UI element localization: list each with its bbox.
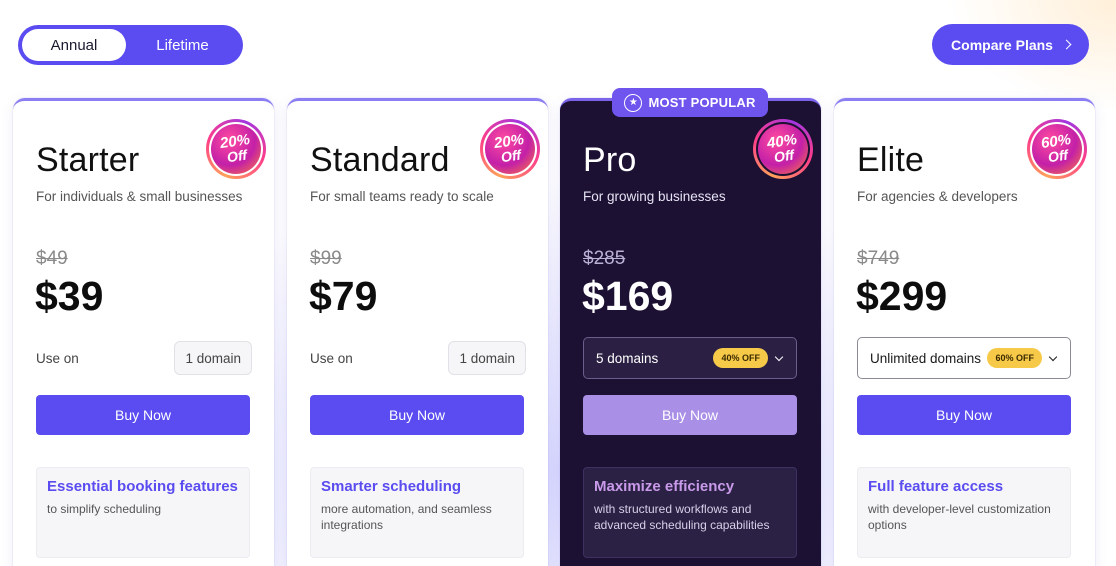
feature-box: Smarter scheduling more automation, and … [310, 467, 524, 558]
discount-off: Off [772, 146, 795, 166]
plan-description: For agencies & developers [857, 189, 1018, 204]
chevron-right-icon [1061, 39, 1072, 50]
old-price: $749 [857, 248, 900, 269]
plan-name: Elite [857, 141, 925, 179]
domain-discount-pill: 40% OFF [713, 348, 768, 368]
domain-select-value: Unlimited domains [870, 350, 982, 366]
feature-subtitle: with developer-level customization optio… [868, 502, 1051, 532]
plan-card-standard: 20% Off Standard For small teams ready t… [287, 98, 548, 566]
feature-box: Full feature access with developer-level… [857, 467, 1071, 558]
price: $39 [35, 273, 104, 319]
discount-badge: 40% Off [753, 119, 813, 179]
price: $169 [582, 273, 674, 319]
domain-select[interactable]: Unlimited domains 60% OFF [857, 337, 1071, 379]
plan-card-pro: 40% Off Pro For growing businesses $285 … [560, 98, 821, 566]
buy-now-button[interactable]: Buy Now [857, 395, 1071, 435]
feature-subtitle: more automation, and seamless integratio… [321, 502, 492, 532]
feature-title: Smarter scheduling [321, 478, 462, 495]
toggle-annual[interactable]: Annual [22, 29, 126, 61]
star-icon: ★ [624, 93, 643, 112]
feature-box: Maximize efficiency with structured work… [583, 467, 797, 558]
plan-card-elite: 60% Off Elite For agencies & developers … [834, 98, 1095, 566]
buy-now-button[interactable]: Buy Now [583, 395, 797, 435]
domain-select-value: 5 domains [596, 350, 659, 366]
discount-off: Off [225, 146, 248, 166]
use-on-label: Use on [310, 351, 353, 366]
discount-off: Off [499, 146, 522, 166]
discount-badge: 20% Off [480, 119, 540, 179]
price: $299 [856, 273, 948, 319]
plan-name: Starter [36, 141, 140, 179]
feature-title: Maximize efficiency [594, 478, 735, 495]
toggle-lifetime[interactable]: Lifetime [126, 29, 239, 61]
buy-now-button[interactable]: Buy Now [36, 395, 250, 435]
most-popular-label: MOST POPULAR [648, 95, 756, 110]
compare-plans-label: Compare Plans [951, 36, 1053, 53]
feature-subtitle: with structured workflows and advanced s… [594, 502, 770, 532]
plan-card-starter: 20% Off Starter For individuals & small … [13, 98, 274, 566]
domain-count: 1 domain [174, 341, 252, 375]
domain-discount-pill: 60% OFF [987, 348, 1042, 368]
domain-select[interactable]: 5 domains 40% OFF [583, 337, 797, 379]
discount-off: Off [1046, 146, 1069, 166]
old-price: $285 [583, 248, 626, 269]
feature-box: Essential booking features to simplify s… [36, 467, 250, 558]
discount-badge: 20% Off [206, 119, 266, 179]
plan-description: For small teams ready to scale [310, 189, 494, 204]
use-on-label: Use on [36, 351, 79, 366]
domain-count: 1 domain [448, 341, 526, 375]
chevron-down-icon [774, 352, 784, 361]
plan-name: Standard [310, 141, 450, 179]
billing-toggle: Annual Lifetime [18, 25, 243, 65]
feature-title: Essential booking features [47, 478, 238, 495]
compare-plans-button[interactable]: Compare Plans [932, 24, 1089, 65]
feature-subtitle: to simplify scheduling [47, 502, 162, 516]
old-price: $99 [310, 248, 342, 269]
price: $79 [309, 273, 378, 319]
old-price: $49 [36, 248, 68, 269]
discount-badge: 60% Off [1027, 119, 1087, 179]
plan-description: For growing businesses [583, 189, 726, 204]
plan-name: Pro [583, 141, 637, 179]
most-popular-badge: ★ MOST POPULAR [612, 88, 768, 117]
feature-title: Full feature access [868, 478, 1004, 495]
plan-description: For individuals & small businesses [36, 189, 243, 204]
buy-now-button[interactable]: Buy Now [310, 395, 524, 435]
chevron-down-icon [1048, 352, 1058, 361]
